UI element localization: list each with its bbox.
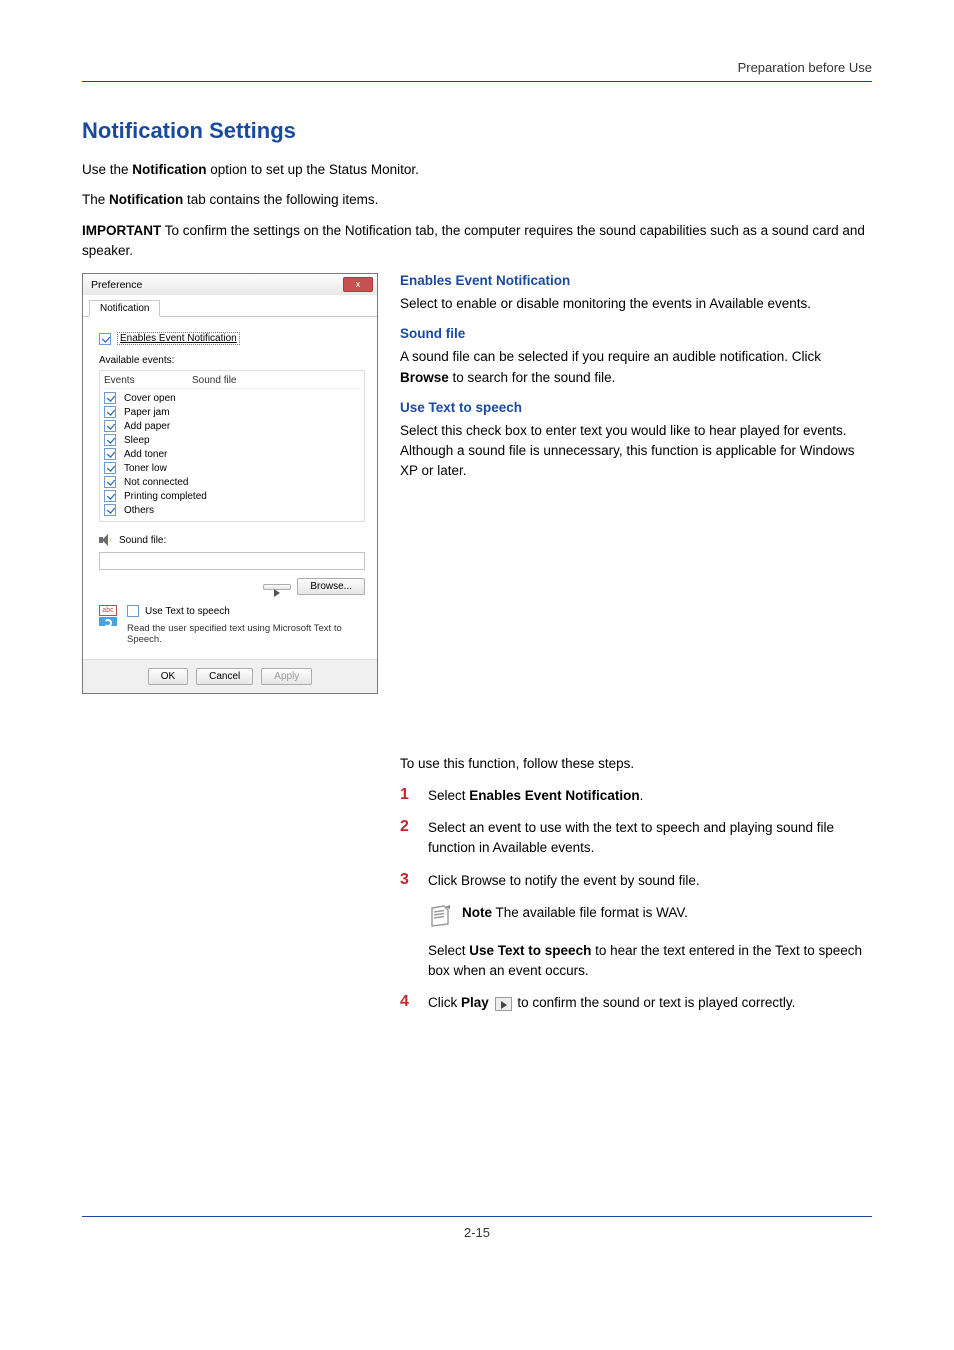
event-checkbox[interactable] (104, 420, 116, 432)
event-label: Others (124, 505, 154, 516)
event-label: Not connected (124, 477, 189, 488)
event-row[interactable]: Printing completed (104, 489, 360, 503)
intro1-bold: Notification (132, 162, 206, 177)
step-num-1: 1 (400, 786, 414, 804)
step-num-3: 3 (400, 871, 414, 889)
intro-2: The Notification tab contains the follow… (82, 190, 872, 210)
soundfile-para: A sound file can be selected if you requ… (400, 347, 872, 388)
soundfile-b: Browse (400, 370, 449, 385)
available-events-label: Available events: (99, 355, 365, 366)
event-checkbox[interactable] (104, 504, 116, 516)
preference-dialog: Preference x Notification Enables Event … (82, 273, 378, 694)
s1c: . (640, 788, 644, 803)
p3b: Use Text to speech (469, 943, 591, 958)
enable-notification-checkbox[interactable] (99, 333, 111, 345)
event-checkbox[interactable] (104, 476, 116, 488)
speaker-icon: › (99, 534, 113, 546)
event-label: Paper jam (124, 407, 170, 418)
note-text: Note The available file format is WAV. (462, 903, 872, 923)
step-2: Select an event to use with the text to … (428, 818, 872, 859)
event-row[interactable]: Others (104, 503, 360, 517)
soundfile-a: A sound file can be selected if you requ… (400, 349, 821, 364)
enable-notification-label: Enables Event Notification (117, 332, 240, 345)
important-note: IMPORTANT To confirm the settings on the… (82, 221, 872, 262)
intro1-post: option to set up the Status Monitor. (207, 162, 419, 177)
event-label: Add paper (124, 421, 170, 432)
soundfile-c: to search for the sound file. (449, 370, 616, 385)
sub-tts: Use Text to speech (400, 400, 872, 415)
event-label: Toner low (124, 463, 167, 474)
p3a: Select (428, 943, 469, 958)
tts-icon: abc (99, 605, 119, 627)
note-label: Note (462, 905, 492, 920)
event-checkbox[interactable] (104, 434, 116, 446)
soundfile-label: Sound file: (119, 535, 166, 546)
sub-enables: Enables Event Notification (400, 273, 872, 288)
page-footer: 2-15 (82, 1216, 872, 1240)
sub-soundfile: Sound file (400, 326, 872, 341)
event-row[interactable]: Add toner (104, 447, 360, 461)
events-col-header: Events (104, 375, 192, 386)
apply-button[interactable]: Apply (261, 668, 312, 685)
events-table: Events Sound file Cover open Paper jam A… (99, 370, 365, 522)
dialog-title: Preference (91, 279, 142, 291)
event-row[interactable]: Toner low (104, 461, 360, 475)
close-button[interactable]: x (343, 277, 373, 292)
step-3: Click Browse to notify the event by soun… (428, 871, 872, 891)
ok-button[interactable]: OK (148, 668, 188, 685)
step-num-2: 2 (400, 818, 414, 836)
header-section: Preparation before Use (82, 60, 872, 82)
s4c: to confirm the sound or text is played c… (517, 995, 795, 1010)
tabstrip: Notification (83, 295, 377, 317)
steps-intro: To use this function, follow these steps… (400, 754, 872, 774)
soundfile-col-header: Sound file (192, 375, 236, 386)
event-checkbox[interactable] (104, 406, 116, 418)
event-row[interactable]: Add paper (104, 419, 360, 433)
step-1: Select Enables Event Notification. (428, 786, 872, 806)
event-label: Cover open (124, 393, 176, 404)
important-body: To confirm the settings on the Notificat… (82, 223, 865, 258)
important-label: IMPORTANT (82, 223, 161, 238)
tts-row[interactable]: Use Text to speech (127, 605, 365, 617)
s4b: Play (461, 995, 489, 1010)
event-row[interactable]: Paper jam (104, 405, 360, 419)
tts-checkbox[interactable] (127, 605, 139, 617)
page-title: Notification Settings (82, 118, 872, 144)
tts-para: Select this check box to enter text you … (400, 421, 872, 482)
post-step3: Select Use Text to speech to hear the te… (428, 941, 872, 982)
intro-1: Use the Notification option to set up th… (82, 160, 872, 180)
tts-label: Use Text to speech (145, 606, 230, 617)
tab-notification[interactable]: Notification (89, 300, 160, 317)
s1a: Select (428, 788, 469, 803)
enables-para: Select to enable or disable monitoring t… (400, 294, 872, 314)
event-checkbox[interactable] (104, 392, 116, 404)
event-row[interactable]: Not connected (104, 475, 360, 489)
intro2-pre: The (82, 192, 109, 207)
event-row[interactable]: Sleep (104, 433, 360, 447)
intro2-post: tab contains the following items. (183, 192, 378, 207)
event-checkbox[interactable] (104, 448, 116, 460)
intro2-bold: Notification (109, 192, 183, 207)
event-checkbox[interactable] (104, 490, 116, 502)
play-icon (495, 997, 512, 1011)
s4a: Click (428, 995, 461, 1010)
cancel-button[interactable]: Cancel (196, 668, 253, 685)
event-row[interactable]: Cover open (104, 391, 360, 405)
soundfile-input[interactable] (99, 552, 365, 570)
enable-notification-row[interactable]: Enables Event Notification (99, 332, 365, 345)
event-label: Printing completed (124, 491, 207, 502)
intro1-pre: Use the (82, 162, 132, 177)
note-icon (428, 903, 452, 927)
tts-hint: Read the user specified text using Micro… (127, 623, 365, 645)
step-num-4: 4 (400, 993, 414, 1011)
note-body: The available file format is WAV. (492, 905, 688, 920)
event-checkbox[interactable] (104, 462, 116, 474)
step-4: Click Play to confirm the sound or text … (428, 993, 872, 1013)
event-label: Sleep (124, 435, 150, 446)
browse-button[interactable]: Browse... (297, 578, 365, 595)
play-button[interactable] (263, 584, 291, 590)
s1b: Enables Event Notification (469, 788, 639, 803)
event-label: Add toner (124, 449, 167, 460)
